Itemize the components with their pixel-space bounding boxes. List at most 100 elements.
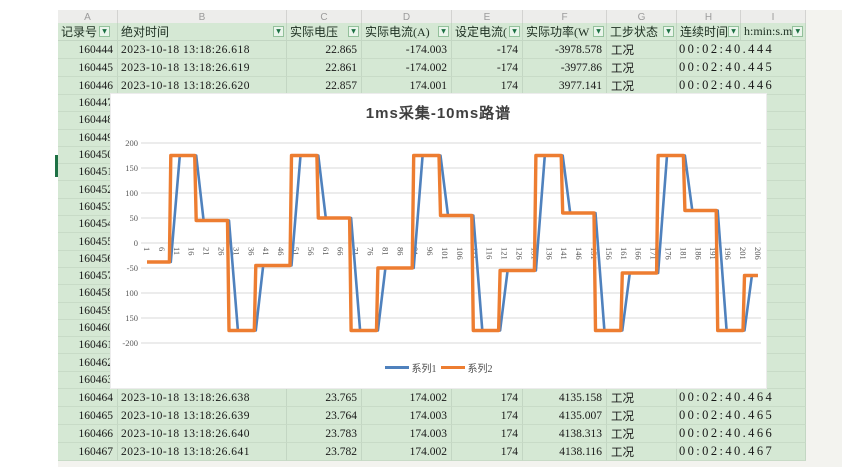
actual-power-cell[interactable]: 4138.313 (523, 425, 607, 443)
column-header-F[interactable]: 实际功率(W▼ (523, 23, 607, 41)
elapsed-time-cell[interactable]: 00:02:40.464 (677, 389, 806, 407)
actual-current-cell[interactable]: 174.002 (362, 389, 452, 407)
step-status-cell[interactable]: 工况 (607, 59, 677, 77)
record-id-cell[interactable]: 160461 (58, 337, 118, 354)
actual-current-cell[interactable]: -174.003 (362, 41, 452, 59)
column-letter-F[interactable]: F (523, 10, 607, 23)
record-id-cell[interactable]: 160467 (58, 443, 118, 461)
actual-voltage-cell[interactable]: 22.861 (287, 59, 362, 77)
actual-power-cell[interactable]: 4138.116 (523, 443, 607, 461)
elapsed-time-cell[interactable]: 00:02:40.445 (677, 59, 806, 77)
column-header-label: 实际电流(A) (365, 23, 430, 40)
set-current-cell[interactable]: 174 (452, 425, 523, 443)
record-id-cell[interactable]: 160455 (58, 233, 118, 250)
filter-dropdown-button[interactable]: ▼ (348, 26, 359, 37)
record-id-cell[interactable]: 160445 (58, 59, 118, 77)
record-id-cell[interactable]: 160444 (58, 41, 118, 59)
actual-voltage-cell[interactable]: 23.764 (287, 407, 362, 425)
elapsed-time-cell[interactable]: 00:02:40.465 (677, 407, 806, 425)
set-current-cell[interactable]: 174 (452, 443, 523, 461)
elapsed-time-cell[interactable]: 00:02:40.466 (677, 425, 806, 443)
actual-voltage-cell[interactable]: 22.865 (287, 41, 362, 59)
filter-dropdown-button[interactable]: ▼ (99, 26, 110, 37)
filter-dropdown-button[interactable]: ▼ (438, 26, 449, 37)
record-id-cell[interactable]: 160454 (58, 216, 118, 233)
actual-power-cell[interactable]: -3977.86 (523, 59, 607, 77)
set-current-cell[interactable]: 174 (452, 407, 523, 425)
column-letter-C[interactable]: C (287, 10, 362, 23)
actual-voltage-cell[interactable]: 23.765 (287, 389, 362, 407)
column-letter-E[interactable]: E (452, 10, 523, 23)
filter-dropdown-button[interactable]: ▼ (593, 26, 604, 37)
abs-time-cell[interactable]: 2023-10-18 13:18:26.638 (118, 389, 287, 407)
column-letter-I[interactable]: I (741, 10, 806, 23)
elapsed-time-cell[interactable]: 00:02:40.467 (677, 443, 806, 461)
column-header-H[interactable]: 连续时间▼ (677, 23, 741, 41)
record-id-cell[interactable]: 160459 (58, 303, 118, 320)
filter-dropdown-button[interactable]: ▼ (273, 26, 284, 37)
filter-dropdown-button[interactable]: ▼ (509, 26, 520, 37)
record-id-cell[interactable]: 160451 (58, 164, 118, 181)
column-header-G[interactable]: 工步状态▼ (607, 23, 677, 41)
step-status-cell[interactable]: 工况 (607, 41, 677, 59)
record-id-cell[interactable]: 160465 (58, 407, 118, 425)
record-id-cell[interactable]: 160462 (58, 354, 118, 371)
record-id-cell[interactable]: 160456 (58, 251, 118, 268)
column-header-I[interactable]: h:min:s.m▼ (741, 23, 806, 41)
actual-current-cell[interactable]: 174.003 (362, 407, 452, 425)
record-id-cell[interactable]: 160446 (58, 77, 118, 95)
actual-current-cell[interactable]: 174.003 (362, 425, 452, 443)
abs-time-cell[interactable]: 2023-10-18 13:18:26.641 (118, 443, 287, 461)
actual-voltage-cell[interactable]: 23.783 (287, 425, 362, 443)
record-id-cell[interactable]: 160452 (58, 181, 118, 198)
step-status-cell[interactable]: 工况 (607, 425, 677, 443)
legend-item-1[interactable]: 系列1 (385, 360, 437, 375)
column-header-B[interactable]: 绝对时间▼ (118, 23, 287, 41)
set-current-cell[interactable]: 174 (452, 389, 523, 407)
set-current-cell[interactable]: -174 (452, 59, 523, 77)
actual-power-cell[interactable]: 4135.158 (523, 389, 607, 407)
record-id-cell[interactable]: 160464 (58, 389, 118, 407)
filter-dropdown-button[interactable]: ▼ (792, 26, 803, 37)
record-id-cell[interactable]: 160460 (58, 320, 118, 337)
record-id-cell[interactable]: 160466 (58, 425, 118, 443)
record-id-cell[interactable]: 160458 (58, 285, 118, 302)
column-letter-A[interactable]: A (58, 10, 118, 23)
set-current-cell[interactable]: -174 (452, 41, 523, 59)
column-letter-H[interactable]: H (677, 10, 741, 23)
step-status-cell[interactable]: 工况 (607, 389, 677, 407)
record-id-cell[interactable]: 160448 (58, 112, 118, 129)
filter-dropdown-button[interactable]: ▼ (728, 26, 739, 37)
record-id-cell[interactable]: 160449 (58, 130, 118, 147)
table-row: 1604442023-10-18 13:18:26.61822.865-174.… (58, 41, 806, 59)
record-id-cell[interactable]: 160450 (58, 147, 118, 164)
spreadsheet-window: ABCDEFGHI 记录号▼绝对时间▼实际电压▼实际电流(A)▼设定电流(▼实际… (0, 0, 842, 467)
column-letter-B[interactable]: B (118, 10, 287, 23)
record-id-cell[interactable]: 160453 (58, 199, 118, 216)
elapsed-time-cell[interactable]: 00:02:40.444 (677, 41, 806, 59)
embedded-chart[interactable]: 1611162126313641465156616671768186919610… (110, 93, 767, 389)
abs-time-cell[interactable]: 2023-10-18 13:18:26.640 (118, 425, 287, 443)
record-id-cell[interactable]: 160457 (58, 268, 118, 285)
record-id-cell[interactable]: 160447 (58, 95, 118, 112)
column-header-label: h:min:s.m (744, 24, 792, 39)
abs-time-cell[interactable]: 2023-10-18 13:18:26.639 (118, 407, 287, 425)
actual-power-cell[interactable]: 4135.007 (523, 407, 607, 425)
column-header-C[interactable]: 实际电压▼ (287, 23, 362, 41)
abs-time-cell[interactable]: 2023-10-18 13:18:26.618 (118, 41, 287, 59)
step-status-cell[interactable]: 工况 (607, 407, 677, 425)
abs-time-cell[interactable]: 2023-10-18 13:18:26.619 (118, 59, 287, 77)
step-status-cell[interactable]: 工况 (607, 443, 677, 461)
record-id-cell[interactable]: 160463 (58, 372, 118, 389)
column-header-D[interactable]: 实际电流(A) ▼ (362, 23, 452, 41)
actual-current-cell[interactable]: 174.002 (362, 443, 452, 461)
column-letter-G[interactable]: G (607, 10, 677, 23)
column-header-E[interactable]: 设定电流(▼ (452, 23, 523, 41)
actual-current-cell[interactable]: -174.002 (362, 59, 452, 77)
filter-dropdown-button[interactable]: ▼ (663, 26, 674, 37)
column-letter-D[interactable]: D (362, 10, 452, 23)
column-header-A[interactable]: 记录号▼ (58, 23, 118, 41)
actual-voltage-cell[interactable]: 23.782 (287, 443, 362, 461)
actual-power-cell[interactable]: -3978.578 (523, 41, 607, 59)
legend-item-2[interactable]: 系列2 (441, 360, 493, 375)
